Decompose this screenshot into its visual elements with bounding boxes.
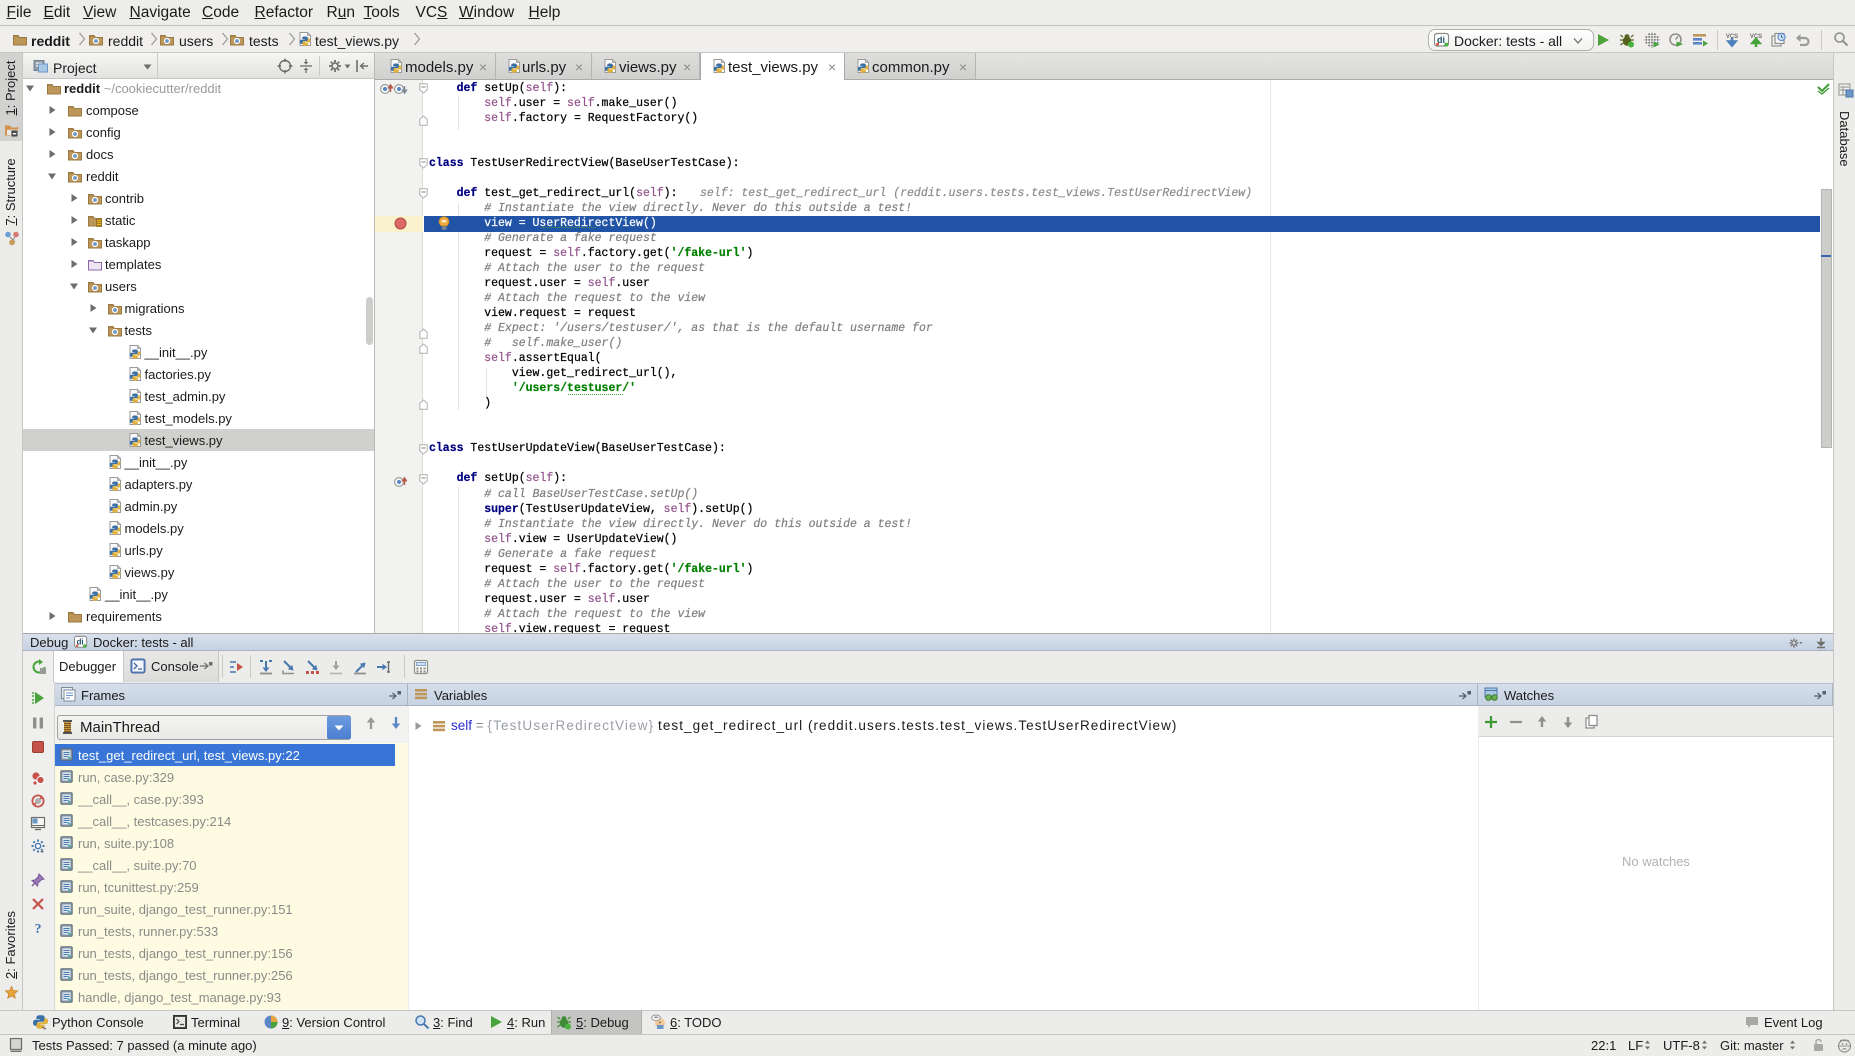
svg-text:?: ? — [35, 922, 42, 936]
